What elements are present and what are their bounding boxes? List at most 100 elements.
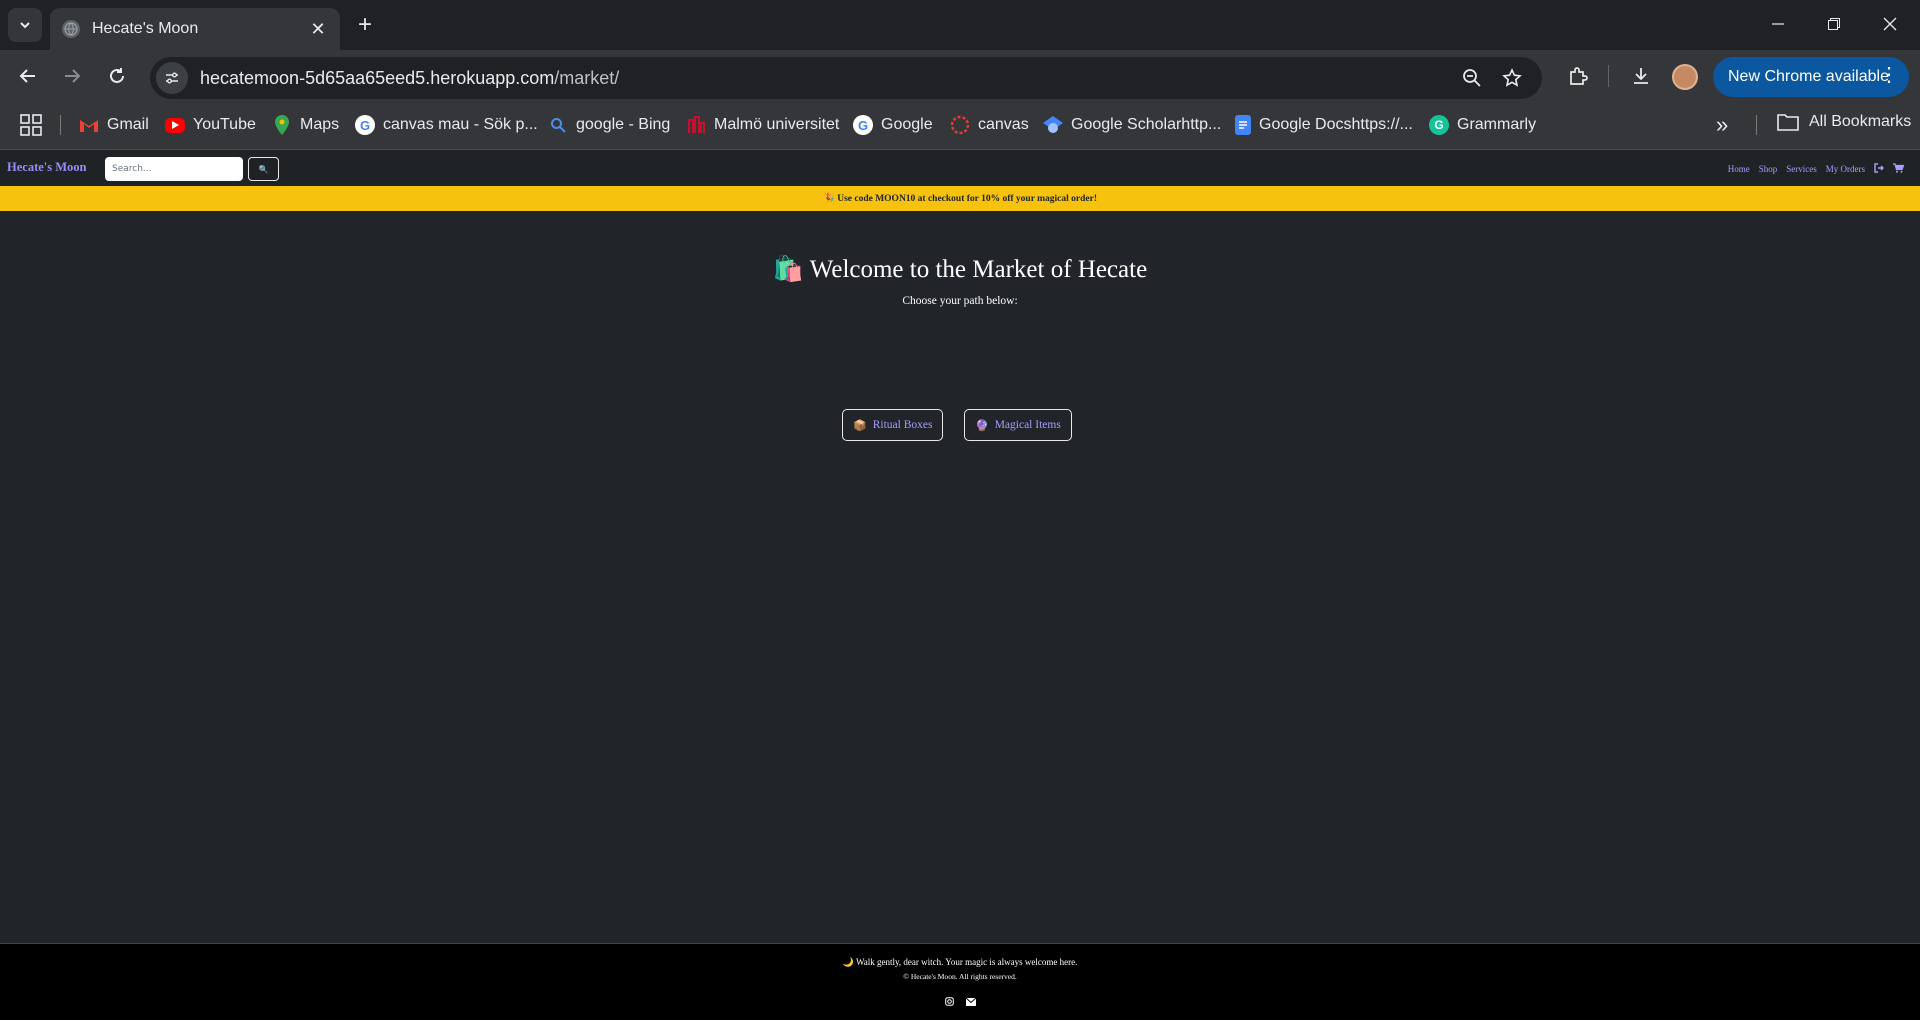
chevron-down-icon	[20, 22, 30, 29]
footer-copyright: © Hecate's Moon. All rights reserved.	[903, 972, 1017, 981]
url-text: hecatemoon-5d65aa65eed5.herokuapp.com/ma…	[200, 68, 619, 89]
bookmark-google-scholar[interactable]: Google Scholarhttp...	[1043, 113, 1221, 137]
back-button[interactable]	[12, 60, 44, 92]
bookmark-label: Grammarly	[1457, 116, 1537, 133]
gmail-icon	[79, 115, 99, 135]
minimize-button[interactable]	[1750, 0, 1806, 48]
minimize-icon	[1772, 23, 1784, 25]
search-input[interactable]	[105, 157, 243, 181]
search-button[interactable]: 🔍	[248, 157, 279, 181]
bookmark-label: Malmö universitet	[714, 116, 840, 133]
bookmarks-divider	[60, 115, 61, 135]
scholar-icon	[1043, 115, 1063, 135]
bookmark-label: Google Docshttps://...	[1259, 116, 1413, 133]
browser-tab-active[interactable]: Hecate's Moon ✕	[50, 8, 340, 50]
bookmark-label: Maps	[300, 116, 340, 133]
new-tab-button[interactable]: +	[352, 11, 378, 38]
folder-icon	[1777, 114, 1799, 131]
malmo-university-icon	[686, 115, 706, 135]
maps-icon	[272, 115, 292, 135]
search-icon	[548, 115, 568, 135]
close-tab-icon[interactable]: ✕	[308, 19, 328, 39]
bookmark-star-icon[interactable]	[1496, 62, 1528, 94]
canvas-icon	[950, 115, 970, 135]
bookmark-canvas[interactable]: canvas	[950, 113, 1029, 137]
google-icon: G	[355, 115, 375, 135]
footer-social-links	[0, 991, 1920, 1010]
nav-home[interactable]: Home	[1728, 164, 1750, 174]
youtube-icon	[165, 117, 185, 133]
bookmark-label: Google	[881, 116, 933, 133]
reload-icon	[110, 68, 124, 83]
footer-tagline: 🌙 Walk gently, dear witch. Your magic is…	[842, 957, 1078, 967]
all-bookmarks-button[interactable]: All Bookmarks	[1777, 113, 1911, 131]
site-footer: 🌙 Walk gently, dear witch. Your magic is…	[0, 943, 1920, 1020]
close-window-button[interactable]	[1862, 0, 1918, 48]
browser-tab-strip: Hecate's Moon ✕ +	[0, 0, 1920, 50]
page-subtitle: Choose your path below:	[902, 295, 1018, 307]
arrow-left-icon	[19, 69, 35, 83]
page-title: 🛍️ Welcome to the Market of Hecate	[772, 256, 1148, 283]
ritual-boxes-label: Ritual Boxes	[872, 419, 933, 431]
nav-shop[interactable]: Shop	[1759, 164, 1778, 174]
more-vertical-icon[interactable]: ⋮	[1879, 65, 1899, 85]
google-icon: G	[853, 115, 873, 135]
nav-links: Home Shop Services My Orders	[1728, 163, 1905, 175]
instagram-icon[interactable]	[944, 991, 954, 1010]
bookmark-google[interactable]: G Google	[853, 113, 933, 137]
url-path: /market/	[554, 67, 620, 88]
bookmarks-divider	[1756, 115, 1757, 135]
package-icon: 📦	[853, 419, 867, 432]
bookmark-maps[interactable]: Maps	[272, 113, 339, 137]
magical-items-label: Magical Items	[994, 419, 1061, 431]
all-bookmarks-label: All Bookmarks	[1809, 113, 1912, 130]
update-label: New Chrome available	[1728, 68, 1889, 85]
nav-services[interactable]: Services	[1786, 164, 1817, 174]
web-page: Hecate's Moon 🔍 Home Shop Services My Or…	[0, 151, 1920, 1020]
profile-avatar[interactable]	[1672, 64, 1698, 90]
reload-button[interactable]	[101, 60, 133, 92]
grammarly-icon: G	[1429, 115, 1449, 135]
email-icon[interactable]	[965, 991, 976, 1010]
apps-grid-icon[interactable]	[20, 114, 42, 136]
bookmark-label: Google Scholarhttp...	[1071, 116, 1222, 133]
url-host: hecatemoon-5d65aa65eed5.herokuapp.com	[200, 67, 555, 88]
bookmark-label: YouTube	[193, 116, 256, 133]
site-brand[interactable]: Hecate's Moon	[7, 160, 87, 175]
toolbar-divider	[1608, 65, 1609, 87]
logout-icon[interactable]	[1874, 163, 1884, 175]
site-info-icon[interactable]	[156, 62, 188, 94]
bookmark-label: canvas	[978, 116, 1029, 133]
bookmark-google-docs[interactable]: Google Docshttps://...	[1235, 113, 1413, 137]
cart-icon[interactable]	[1893, 163, 1905, 175]
address-bar[interactable]: hecatemoon-5d65aa65eed5.herokuapp.com/ma…	[150, 57, 1542, 99]
promo-banner: 🎉 Use code MOON10 at checkout for 10% of…	[0, 186, 1920, 211]
restore-button[interactable]	[1806, 0, 1862, 48]
new-chrome-available-button[interactable]: New Chrome available ⋮	[1713, 57, 1909, 97]
bookmark-canvas-mau[interactable]: G canvas mau - Sök p...	[355, 113, 538, 137]
bookmarks-bar: Gmail YouTube Maps G canvas mau - Sök p.…	[0, 100, 1920, 150]
bookmark-label: canvas mau - Sök p...	[383, 116, 538, 133]
crystal-ball-icon: 🔮	[975, 419, 989, 432]
tab-title: Hecate's Moon	[92, 20, 199, 37]
downloads-icon[interactable]	[1625, 60, 1657, 92]
bookmark-google-bing[interactable]: google - Bing	[548, 113, 670, 137]
bookmark-grammarly[interactable]: G Grammarly	[1429, 113, 1536, 137]
docs-icon	[1235, 115, 1251, 135]
restore-icon	[1828, 18, 1840, 30]
bookmark-gmail[interactable]: Gmail	[79, 113, 149, 137]
tab-search-button[interactable]	[8, 8, 42, 42]
magical-items-button[interactable]: 🔮 Magical Items	[964, 409, 1072, 441]
more-bookmarks-chevron-icon[interactable]: »	[1716, 112, 1728, 138]
arrow-right-icon	[65, 69, 81, 83]
extensions-icon[interactable]	[1562, 60, 1594, 92]
bookmark-label: google - Bing	[576, 116, 671, 133]
nav-my-orders[interactable]: My Orders	[1826, 164, 1865, 174]
close-icon	[1883, 17, 1897, 31]
bookmark-malmo[interactable]: Malmö universitet	[686, 113, 839, 137]
zoom-icon[interactable]	[1456, 62, 1488, 94]
globe-icon	[62, 20, 80, 38]
forward-button[interactable]	[56, 60, 88, 92]
ritual-boxes-button[interactable]: 📦 Ritual Boxes	[842, 409, 944, 441]
bookmark-youtube[interactable]: YouTube	[165, 113, 256, 137]
